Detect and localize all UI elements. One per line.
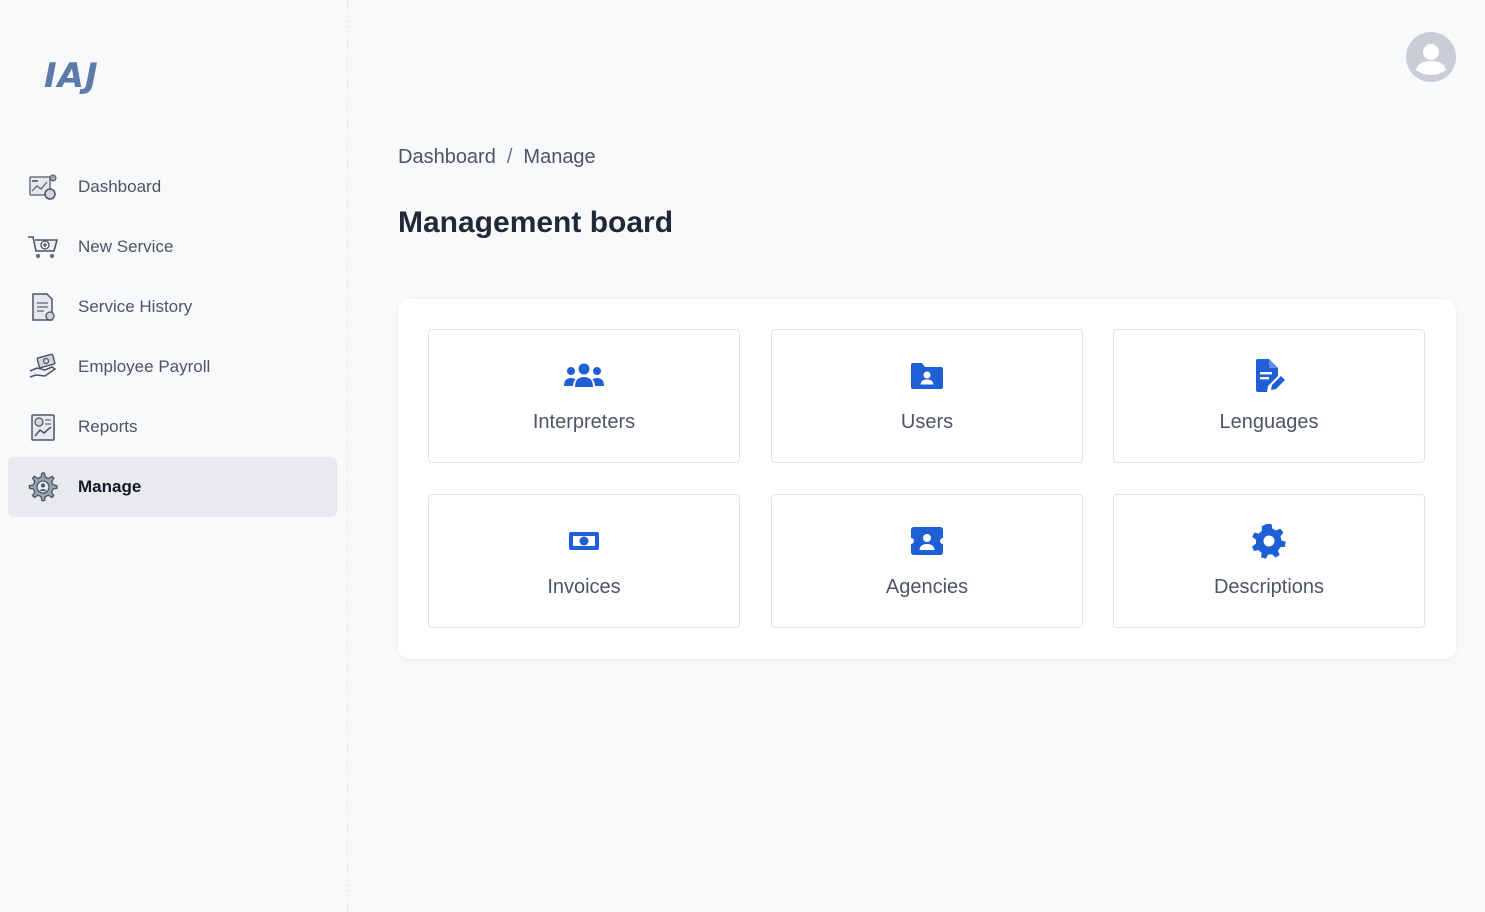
- dashboard-icon: [27, 171, 59, 203]
- sidebar: IAJ Dashboard New Service Service Histor…: [0, 0, 348, 912]
- breadcrumb-separator: /: [506, 146, 513, 168]
- sidebar-item-dashboard[interactable]: Dashboard: [8, 157, 337, 217]
- sidebar-item-label: Manage: [78, 477, 142, 496]
- sidebar-item-manage[interactable]: Manage: [8, 457, 337, 517]
- report-chart-icon: [27, 411, 59, 443]
- cart-plus-icon: [27, 231, 59, 263]
- gear-icon: [1114, 524, 1424, 559]
- money-bill-icon: [429, 524, 739, 558]
- tile-label: Invoices: [547, 576, 621, 598]
- gear-icon: [27, 471, 59, 503]
- tile-invoices[interactable]: Invoices: [428, 494, 740, 628]
- tile-label: Interpreters: [532, 411, 636, 433]
- hand-money-icon: [27, 351, 59, 383]
- breadcrumb-item-dashboard[interactable]: Dashboard: [398, 146, 496, 169]
- sidebar-item-label: Reports: [78, 417, 138, 436]
- sidebar-nav: Dashboard New Service Service History Em…: [8, 157, 337, 517]
- sidebar-item-employee-payroll[interactable]: Employee Payroll: [8, 337, 337, 397]
- sidebar-item-new-service[interactable]: New Service: [8, 217, 337, 277]
- tile-label: Lenguages: [1219, 411, 1319, 433]
- sidebar-item-label: Service History: [78, 297, 193, 316]
- management-board: Interpreters Users Lenguages Invoices Ag…: [398, 299, 1456, 659]
- id-badge-icon: [772, 524, 1082, 558]
- page-title: Management board: [398, 206, 674, 239]
- user-avatar[interactable]: [1406, 32, 1456, 82]
- tile-label: Agencies: [885, 576, 969, 598]
- sidebar-item-service-history[interactable]: Service History: [8, 277, 337, 337]
- tile-users[interactable]: Users: [771, 329, 1083, 463]
- sidebar-item-label: Dashboard: [78, 177, 162, 196]
- tile-label: Descriptions: [1213, 576, 1325, 598]
- sidebar-item-label: New Service: [78, 237, 174, 256]
- tile-lenguages[interactable]: Lenguages: [1113, 329, 1425, 463]
- users-group-icon: [429, 359, 739, 393]
- tile-descriptions[interactable]: Descriptions: [1113, 494, 1425, 628]
- breadcrumb: Dashboard / Manage: [398, 146, 596, 169]
- breadcrumb-item-manage: Manage: [523, 146, 596, 168]
- file-pen-icon: [1114, 359, 1424, 393]
- app-logo[interactable]: IAJ: [44, 56, 99, 96]
- tile-label: Users: [900, 411, 954, 433]
- sidebar-item-label: Employee Payroll: [78, 357, 211, 376]
- folder-user-icon: [772, 359, 1082, 393]
- tile-agencies[interactable]: Agencies: [771, 494, 1083, 628]
- user-avatar-icon: [1416, 44, 1446, 75]
- tile-interpreters[interactable]: Interpreters: [428, 329, 740, 463]
- document-list-icon: [27, 291, 59, 323]
- sidebar-item-reports[interactable]: Reports: [8, 397, 337, 457]
